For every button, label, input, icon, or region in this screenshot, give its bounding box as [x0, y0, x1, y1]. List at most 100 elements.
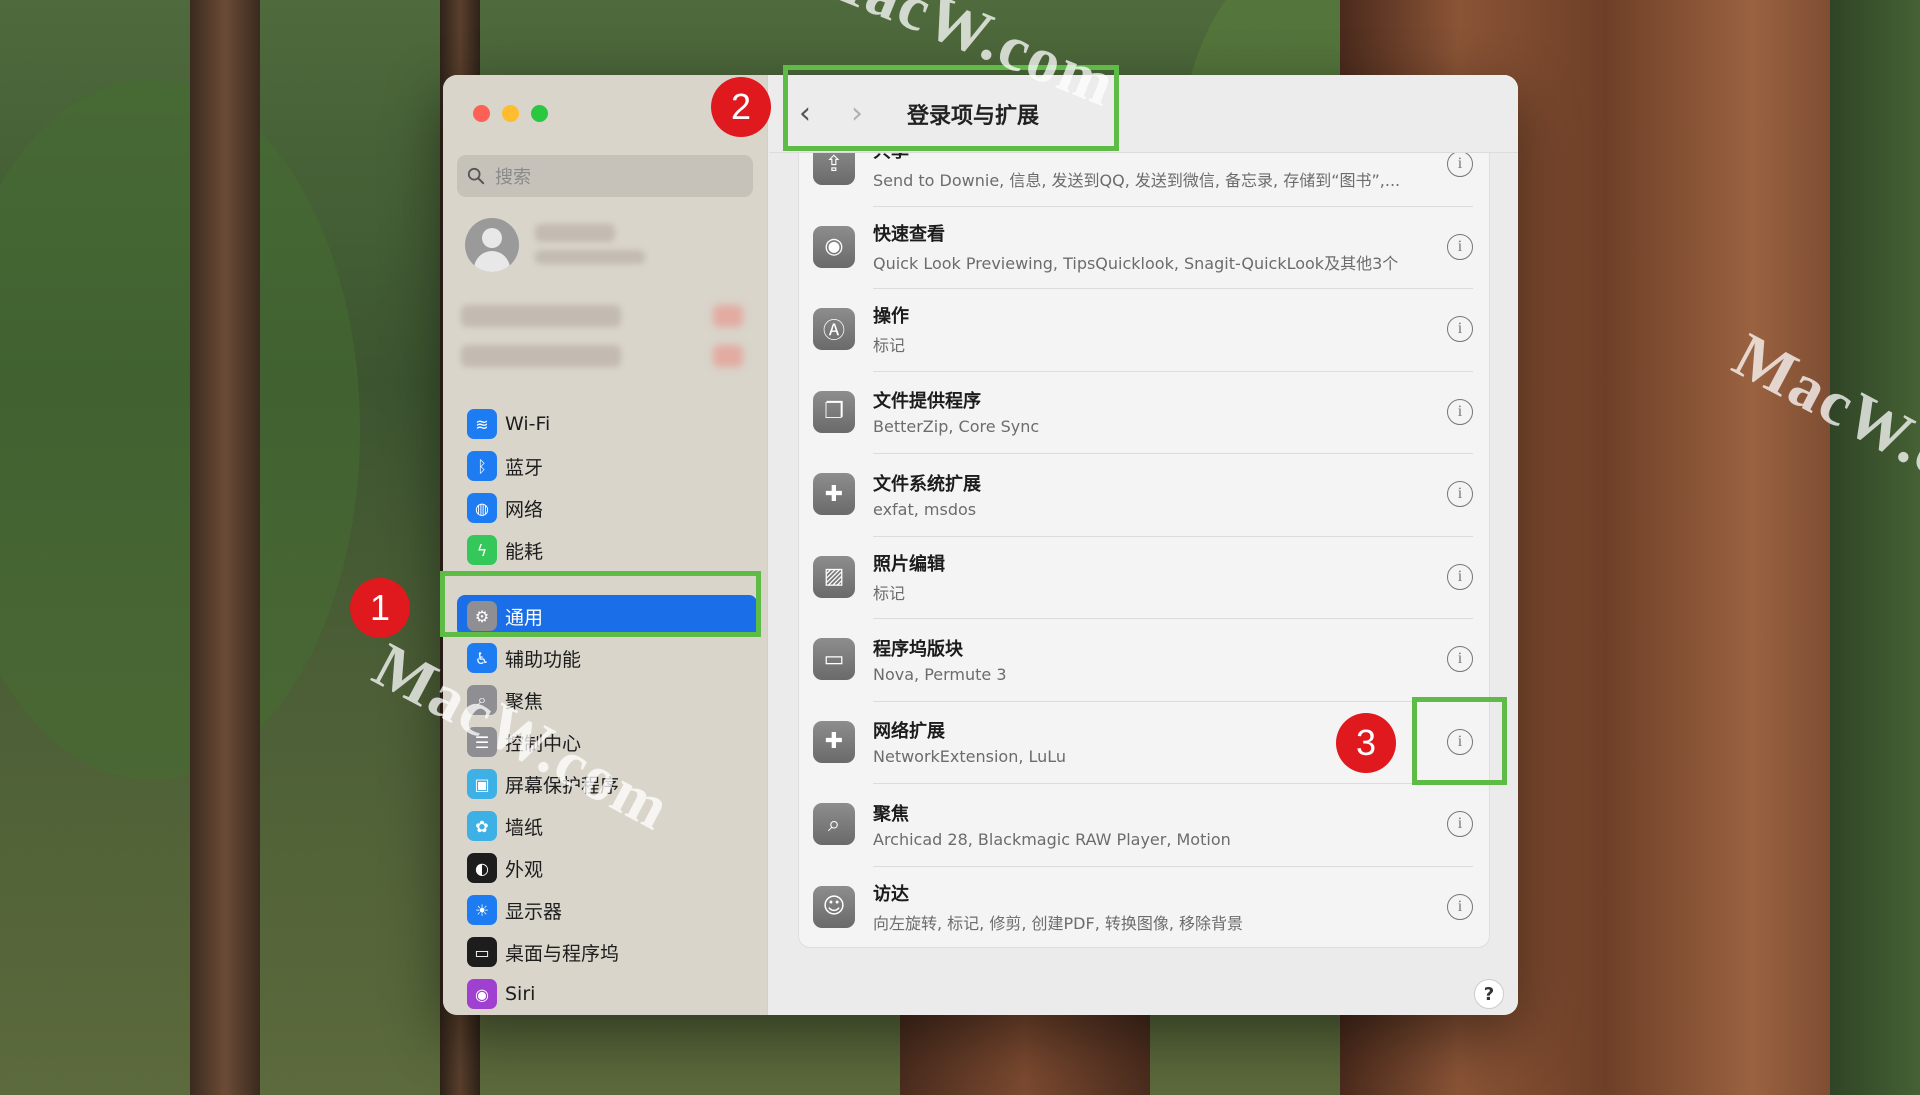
- divider: [873, 865, 1473, 867]
- zoom-button[interactable]: [531, 105, 548, 122]
- extension-title: 文件提供程序: [873, 391, 981, 412]
- extension-text: 文件系统扩展 exfat, msdos: [873, 470, 1447, 519]
- extension-subtitle: 向左旋转, 标记, 修剪, 创建PDF, 转换图像, 移除背景: [873, 913, 1244, 933]
- info-button[interactable]: i: [1447, 153, 1473, 177]
- info-button[interactable]: i: [1447, 893, 1473, 920]
- step-badge-3: 3: [1336, 713, 1396, 773]
- extension-row: ⇪ 共享 Send to Downie, 信息, 发送到QQ, 发送到微信, 备忘录…: [813, 153, 1473, 205]
- sidebar-item-12[interactable]: ▭ 桌面与程序坞: [457, 931, 757, 973]
- divider: [873, 783, 1473, 784]
- sidebar-item-label: 能耗: [505, 540, 544, 563]
- extension-subtitle: 标记: [873, 336, 906, 355]
- info-button[interactable]: i: [1447, 563, 1473, 590]
- info-button[interactable]: i: [1447, 811, 1473, 837]
- search-icon: ⌕: [813, 803, 855, 845]
- extension-subtitle: BetterZip, Core Sync: [873, 417, 1040, 436]
- extension-title: 访达: [873, 883, 909, 905]
- extension-title: 操作: [873, 306, 909, 327]
- callout-box-info: [1412, 697, 1507, 785]
- info-button[interactable]: i: [1447, 233, 1473, 260]
- extension-row: ◉ 快速查看 Quick Look Previewing, TipsQuickloo…: [813, 206, 1473, 288]
- sidebar-item-11[interactable]: ☀ 显示器: [457, 889, 757, 931]
- extension-title: 聚焦: [873, 803, 909, 825]
- extension-title: 文件系统扩展: [873, 473, 981, 495]
- window-controls: [473, 105, 548, 122]
- extension-title: 程序坞版块: [873, 638, 963, 660]
- sidebar-item-0[interactable]: ≋ Wi-Fi: [457, 403, 757, 445]
- sidebar-item-label: Siri: [505, 983, 536, 1005]
- dock-icon: ▭: [467, 937, 497, 967]
- main-content: ‹ › 登录项与扩展 ⇪共享Send to Downie, 信息, 发送到QQ,…: [769, 75, 1518, 1015]
- avatar: [465, 218, 519, 272]
- display-icon: ☀: [467, 895, 497, 925]
- extension-subtitle: Nova, Permute 3: [873, 664, 1007, 684]
- sidebar-item-label: 网络: [505, 498, 544, 521]
- tree-trunk: [190, 0, 260, 1095]
- bluetooth-icon: ᛒ: [467, 451, 497, 481]
- sidebar-item-3[interactable]: ϟ 能耗: [457, 529, 757, 571]
- screensaver-icon: ▣: [467, 769, 497, 799]
- markup-icon: Ⓐ: [813, 308, 855, 350]
- sidebar-item-label: 墙纸: [505, 816, 544, 839]
- sidebar-item-1[interactable]: ᛒ 蓝牙: [457, 445, 757, 487]
- search-placeholder: 搜索: [495, 167, 531, 188]
- sidebar-item-10[interactable]: ◐ 外观: [457, 847, 757, 889]
- extension-subtitle: 标记: [873, 583, 906, 603]
- wifi-icon: ≋: [467, 409, 497, 439]
- wallpaper-icon: ✿: [467, 811, 497, 841]
- extension-row: ⌕ 聚焦 Archicad 28, Blackmagic RAW Player, M…: [813, 783, 1473, 865]
- extension-subtitle: exfat, msdos: [873, 499, 977, 519]
- callout-box-general: [440, 571, 761, 637]
- sidebar-item-5[interactable]: ♿ 辅助功能: [457, 637, 757, 679]
- search-input[interactable]: 搜索: [457, 155, 753, 197]
- extension-row: ▨ 照片编辑 标记 i: [813, 536, 1473, 618]
- extensions-list: ⇪ 共享 Send to Downie, 信息, 发送到QQ, 发送到微信, 备忘录…: [798, 153, 1490, 948]
- divider: [873, 618, 1473, 619]
- extension-title: 快速查看: [873, 223, 945, 245]
- minimize-button[interactable]: [502, 105, 519, 122]
- settings-window: 搜索 ≋ Wi-Fi ᛒ 蓝牙 ◍ 网络 ϟ 能耗 ⚙ 通用 ♿ 辅助功能 ⌕ 聚焦 ☰ 控制中心 ▣ 屏幕保护程…: [443, 75, 1518, 1015]
- blurred-item: [461, 345, 621, 367]
- extension-text: 文件提供程序 BetterZip, Core Sync: [873, 387, 1447, 436]
- extension-text: 共享 Send to Downie, 信息, 发送到QQ, 发送到微信, 备忘录,…: [873, 153, 1447, 191]
- sidebar-item-label: Wi-Fi: [505, 413, 551, 435]
- siri-icon: ◉: [467, 979, 497, 1009]
- info-button[interactable]: i: [1447, 646, 1473, 672]
- photo-icon: ▨: [813, 555, 855, 598]
- puzzle-icon: ✚: [813, 720, 855, 763]
- info-button[interactable]: i: [1447, 398, 1473, 425]
- extension-text: 访达向左旋转, 标记, 修剪, 创建PDF, 转换图像, 移除背景: [873, 880, 1447, 934]
- extension-subtitle: Archicad 28, Blackmagic RAW Player, Moti…: [873, 829, 1231, 849]
- sidebar-item-13[interactable]: ◉ Siri: [457, 973, 757, 1015]
- extension-row: ☺ 访达 向左旋转, 标记, 修剪, 创建PDF, 转换图像, 移除背景 i: [813, 866, 1473, 948]
- eye-icon: ◉: [813, 225, 855, 268]
- sidebar-item-label: 桌面与程序坞: [505, 942, 620, 965]
- help-button[interactable]: ?: [1474, 979, 1504, 1009]
- blurred-badge: [713, 305, 743, 327]
- extension-row: ▭ 程序坞版块 Nova, Permute 3 i: [813, 618, 1473, 700]
- extension-text: 快速查看 Quick Look Previewing, TipsQuicklook…: [873, 220, 1447, 274]
- close-button[interactable]: [473, 105, 490, 122]
- files-icon: ❐: [813, 390, 855, 433]
- foliage: [0, 80, 360, 780]
- search-icon: [467, 167, 485, 185]
- sidebar-item-2[interactable]: ◍ 网络: [457, 487, 757, 529]
- blurred-badge: [713, 345, 743, 367]
- blurred-name: [535, 224, 615, 242]
- dock-tile-icon: ▭: [813, 638, 855, 680]
- extension-text: 聚焦 Archicad 28, Blackmagic RAW Player, Mo…: [873, 800, 1447, 849]
- sidebar-item-label: 蓝牙: [505, 456, 544, 479]
- step-badge-2: 2: [711, 77, 771, 137]
- blurred-item: [461, 305, 621, 327]
- extension-text: 照片编辑 标记: [873, 550, 1447, 604]
- divider: [873, 205, 1473, 207]
- info-button[interactable]: i: [1447, 481, 1473, 507]
- divider: [873, 700, 1473, 702]
- extension-row: ✚ 文件系统扩展 exfat, msdos i: [813, 453, 1473, 535]
- apple-account[interactable]: [465, 218, 745, 278]
- finder-icon: ☺: [813, 885, 855, 928]
- info-button[interactable]: i: [1447, 316, 1473, 342]
- tree-trunk: [900, 1010, 1150, 1095]
- divider: [873, 453, 1473, 454]
- extension-text: 程序坞版块 Nova, Permute 3: [873, 635, 1447, 684]
